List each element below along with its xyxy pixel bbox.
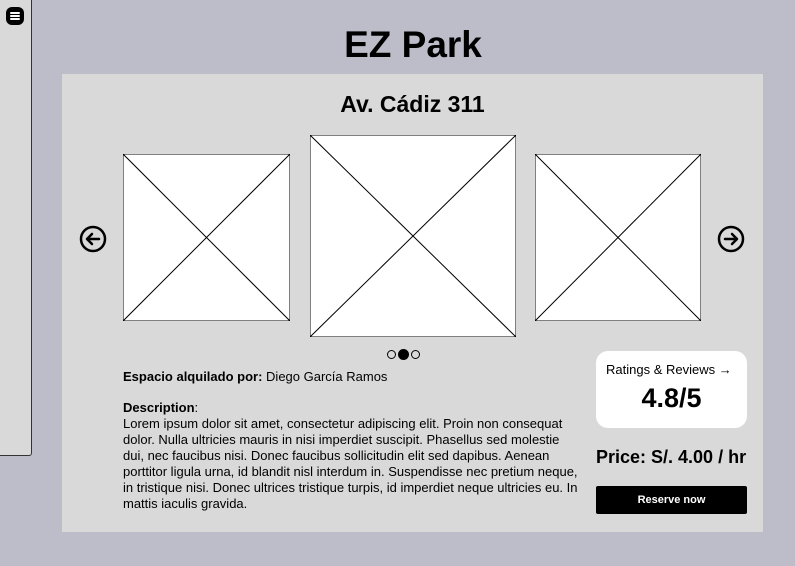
carousel-prev-button[interactable] [79, 225, 107, 253]
carousel-dot[interactable] [411, 350, 420, 359]
arrow-right-icon: → [718, 362, 732, 377]
carousel-image-main[interactable] [310, 135, 516, 337]
sidebar [0, 0, 32, 456]
owner-line: Espacio alquilado por: Diego García Ramo… [123, 369, 387, 384]
ratings-reviews-link[interactable]: Ratings & Reviews → [606, 362, 732, 377]
image-placeholder-icon [123, 154, 290, 321]
menu-icon[interactable] [6, 7, 24, 25]
listing-address: Av. Cádiz 311 [340, 91, 485, 117]
description-label: Description [123, 400, 195, 415]
listing-card: Av. Cádiz 311 Espacio alquilado por: Die… [62, 74, 763, 532]
carousel-dot[interactable] [387, 350, 396, 359]
reserve-button[interactable]: Reserve now [596, 486, 747, 514]
rating-value: 4.8/5 [641, 383, 702, 413]
arrow-right-circle-icon [717, 225, 745, 253]
price-text: Price: S/. 4.00 / hr [596, 447, 747, 467]
arrow-left-circle-icon [79, 225, 107, 253]
description-heading: Description: [123, 400, 198, 415]
app-title: EZ Park [344, 24, 482, 65]
ratings-label: Ratings & Reviews [606, 362, 716, 377]
ratings-reviews-card[interactable]: Ratings & Reviews → 4.8/5 [596, 351, 747, 428]
image-placeholder-icon [310, 135, 516, 337]
carousel-pagination [387, 349, 420, 360]
carousel-dot-active[interactable] [398, 349, 409, 360]
carousel-next-button[interactable] [717, 225, 745, 253]
description-text: Lorem ipsum dolor sit amet, consectetur … [123, 416, 578, 511]
owner-name: Diego García Ramos [266, 369, 388, 384]
carousel-image-prev[interactable] [123, 154, 290, 321]
description-colon: : [194, 400, 199, 415]
image-placeholder-icon [535, 154, 701, 321]
owner-label: Espacio alquilado por: [123, 369, 263, 384]
carousel-image-next[interactable] [535, 154, 701, 321]
